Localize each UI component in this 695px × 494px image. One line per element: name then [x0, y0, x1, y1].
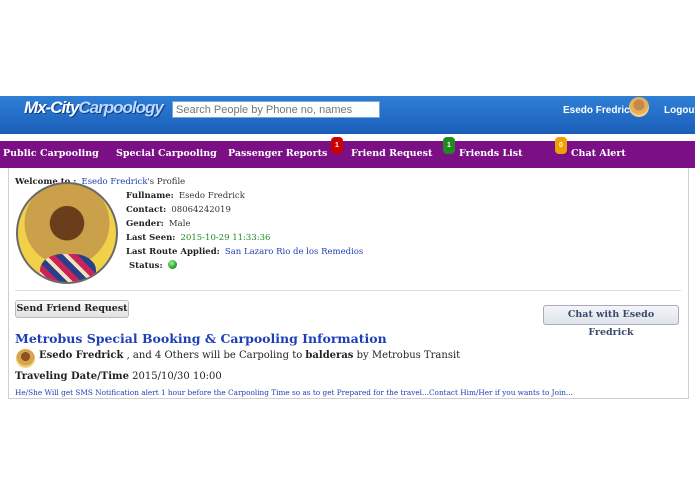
- send-friend-request-button[interactable]: Send Friend Request: [15, 300, 129, 318]
- booking-section-title: Metrobus Special Booking & Carpooling In…: [15, 331, 387, 346]
- user-avatar[interactable]: [629, 97, 649, 117]
- nav-public-carpooling[interactable]: Public Carpooling: [3, 148, 99, 159]
- travel-label: Traveling Date/Time: [15, 371, 129, 382]
- logo-text-part2: Carpoology: [78, 98, 163, 117]
- chat-with-user-button[interactable]: Chat with Esedo Fredrick: [543, 305, 679, 338]
- top-header: Mx-CityCarpoology Esedo Fredrick Logout: [0, 96, 695, 134]
- site-logo[interactable]: Mx-CityCarpoology: [24, 98, 164, 118]
- nav-friends-list[interactable]: Friends List: [459, 148, 522, 159]
- logo-text-part1: Mx-City: [24, 98, 79, 117]
- nav-special-carpooling[interactable]: Special Carpooling: [116, 148, 217, 159]
- profile-panel: Welcome to : Esedo Fredrick's Profile Fu…: [8, 168, 689, 399]
- last-route-value[interactable]: San Lazaro Rio de los Remedios: [225, 247, 363, 257]
- nav-chat-alert[interactable]: Chat Alert: [571, 148, 626, 159]
- search-input[interactable]: [172, 101, 380, 118]
- profile-divider: [15, 290, 681, 291]
- driver-name[interactable]: Esedo Fredrick: [39, 350, 123, 361]
- driver-avatar: [16, 349, 35, 368]
- carpool-by-text: by Metrobus Transit: [356, 350, 461, 361]
- friends-list-badge: 1: [443, 137, 455, 154]
- nav-friend-request[interactable]: Friend Request: [351, 148, 432, 159]
- logout-link[interactable]: Logout: [664, 105, 695, 116]
- header-user-name[interactable]: Esedo Fredrick: [563, 105, 635, 116]
- carpool-mid-text: , and 4 Others will be Carpoling to: [126, 350, 303, 361]
- sms-notification-text: He/She Will get SMS Notification alert 1…: [15, 388, 573, 397]
- carpool-destination: balderas: [305, 350, 354, 361]
- nav-passenger-reports[interactable]: Passenger Reports: [228, 148, 327, 159]
- chat-alert-badge: 0: [555, 137, 567, 154]
- status-row: Status:: [129, 253, 177, 272]
- carpool-summary: Esedo Fredrick , and 4 Others will be Ca…: [39, 350, 460, 361]
- profile-photo: [16, 182, 118, 284]
- online-status-icon: [167, 260, 177, 269]
- main-nav: Public Carpooling Special Carpooling Pas…: [0, 137, 695, 168]
- friend-request-badge: 1: [331, 137, 343, 154]
- status-label: Status:: [129, 261, 163, 271]
- travel-datetime-row: Traveling Date/Time 2015/10/30 10:00: [15, 371, 222, 382]
- travel-value: 2015/10/30 10:00: [132, 371, 222, 382]
